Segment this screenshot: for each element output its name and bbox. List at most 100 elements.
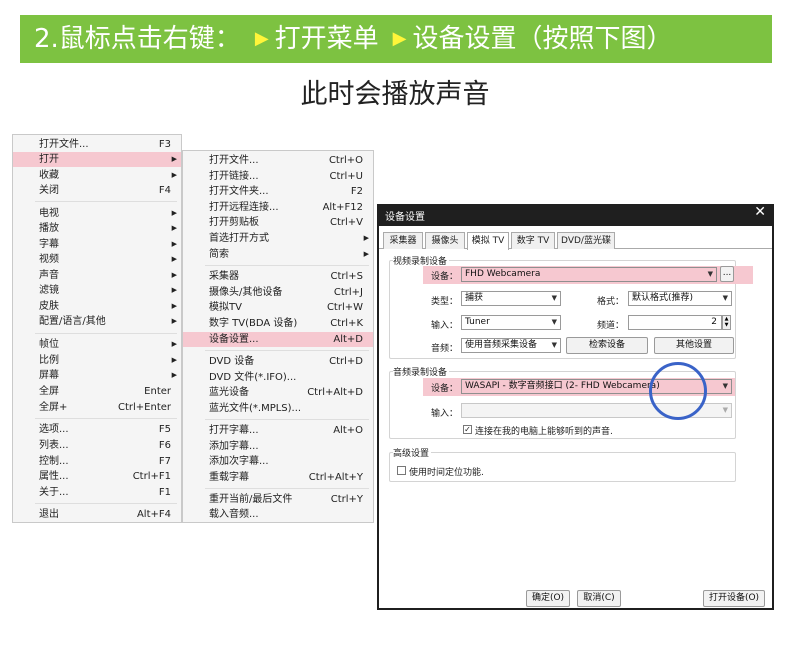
menu-item-about[interactable]: 关于... F1 [13,485,181,500]
submenu-item-reopen-last[interactable]: 重开当前/最后文件 Ctrl+Y [183,492,373,507]
menu-separator [205,419,369,420]
submenu-item-bluray-device[interactable]: 蓝光设备 Ctrl+Alt+D [183,385,373,400]
type-select[interactable]: 捕获 ▼ [461,291,561,306]
submenu-item-dvd-file[interactable]: DVD 文件(*.IFO)... [183,370,373,385]
video-device-select[interactable]: FHD Webcamera ▼ [461,267,717,282]
submenu-arrow-icon: ▶ [171,371,177,379]
submenu-item-open-folder[interactable]: 打开文件夹... F2 [183,184,373,199]
submenu-item-digital-tv[interactable]: 数字 TV(BDA 设备) Ctrl+K [183,316,373,331]
audio-group-label: 音频录制设备 [393,365,450,378]
triangle-right-icon: ▶ [392,28,407,49]
other-settings-button[interactable]: 其他设置 [654,337,734,354]
cancel-button[interactable]: 取消(C) [577,590,621,607]
submenu-item-browse[interactable]: 简索 ▶ [183,247,373,262]
menu-item-close[interactable]: 关闭 F4 [13,183,181,198]
menu-item-screen[interactable]: 屏幕 ▶ [13,368,181,383]
menu-item-video[interactable]: 视频 ▶ [13,252,181,267]
tab-capture[interactable]: 采集器 [383,232,423,249]
open-submenu: 打开文件... Ctrl+O 打开链接... Ctrl+U 打开文件夹... F2 打… [182,150,374,523]
menu-item-favorites[interactable]: 收藏 ▶ [13,168,181,183]
submenu-item-capture[interactable]: 采集器 Ctrl+S [183,269,373,284]
submenu-item-device-settings[interactable]: 设备设置... Alt+D [183,332,373,347]
menu-item-skin[interactable]: 皮肤 ▶ [13,299,181,314]
submenu-item-reload-subtitle[interactable]: 重载字幕 Ctrl+Alt+Y [183,470,373,485]
menu-item-filters[interactable]: 滤镜 ▶ [13,283,181,298]
submenu-arrow-icon: ▶ [363,234,369,242]
tab-dvd-bluray[interactable]: DVD/蓝光碟 [557,232,615,249]
subtitle: 此时会播放声音 [300,79,490,110]
dropdown-arrow-icon: ▼ [551,294,557,302]
channel-spinner[interactable]: ▲ ▼ [722,315,731,330]
title-banner: 2.鼠标点击右键： ▶ 打开菜单 ▶ 设备设置（按照下图） [20,15,772,63]
submenu-item-open-with[interactable]: 首选打开方式 ▶ [183,231,373,246]
video-device-label: 设备： [431,272,459,282]
menu-item-options[interactable]: 选项... F5 [13,422,181,437]
submenu-arrow-icon: ▶ [171,255,177,263]
submenu-item-bluray-file[interactable]: 蓝光文件(*.MPLS)... [183,401,373,416]
triangle-right-icon: ▶ [254,28,269,49]
audio-source-select[interactable]: 使用音频采集设备 ▼ [461,338,561,353]
timestamp-checkbox[interactable] [397,466,406,475]
listen-checkbox[interactable]: ✓ [463,425,472,434]
menu-item-sound[interactable]: 声音 ▶ [13,268,181,283]
submenu-item-load-audio[interactable]: 载入音频... [183,507,373,522]
menu-item-control[interactable]: 控制... F7 [13,454,181,469]
channel-label: 频道： [597,321,625,331]
submenu-item-open-url[interactable]: 打开链接... Ctrl+U [183,169,373,184]
channel-input[interactable]: 2 [628,315,722,330]
submenu-item-open-file[interactable]: 打开文件... Ctrl+O [183,153,373,168]
menu-item-tv[interactable]: 电视 ▶ [13,206,181,221]
search-devices-button[interactable]: 检索设备 [566,337,648,354]
tab-digital-tv[interactable]: 数字 TV [511,232,555,249]
menu-item-ratio[interactable]: 比例 ▶ [13,353,181,368]
submenu-arrow-icon: ▶ [363,250,369,258]
submenu-item-add-secondary-subtitle[interactable]: 添加次字幕... [183,454,373,469]
submenu-arrow-icon: ▶ [171,340,177,348]
menu-item-config[interactable]: 配置/语言/其他 ▶ [13,314,181,329]
submenu-item-open-subtitle[interactable]: 打开字幕... Alt+O [183,423,373,438]
menu-item-subtitle[interactable]: 字幕 ▶ [13,237,181,252]
menu-item-fullscreen[interactable]: 全屏 Enter [13,384,181,399]
type-label: 类型： [431,297,459,307]
timestamp-label: 使用时间定位功能. [409,468,484,478]
menu-item-playlist[interactable]: 列表... F6 [13,438,181,453]
menu-item-properties[interactable]: 属性... Ctrl+F1 [13,469,181,484]
banner-item1: 打开菜单 [274,24,379,54]
input-select[interactable]: Tuner ▼ [461,315,561,330]
submenu-item-webcam[interactable]: 摄像头/其他设备 Ctrl+J [183,285,373,300]
audio-label: 音频： [431,344,459,354]
menu-item-exit[interactable]: 退出 Alt+F4 [13,507,181,522]
submenu-item-dvd-device[interactable]: DVD 设备 Ctrl+D [183,354,373,369]
dialog-title: 设备设置 [385,212,425,223]
submenu-arrow-icon: ▶ [171,271,177,279]
menu-item-play[interactable]: 播放 ▶ [13,221,181,236]
menu-item-open[interactable]: 打开 ▶ [13,152,181,167]
menu-separator [35,333,177,334]
menu-separator [35,201,177,202]
dropdown-arrow-icon: ▼ [722,294,728,302]
menu-item-open-file[interactable]: 打开文件... F3 [13,137,181,152]
tab-webcam[interactable]: 摄像头 [425,232,465,249]
submenu-arrow-icon: ▶ [171,317,177,325]
submenu-item-add-subtitle[interactable]: 添加字幕... [183,439,373,454]
open-device-button[interactable]: 打开设备(O) [703,590,765,607]
browse-button[interactable]: ... [720,266,734,282]
submenu-item-open-remote[interactable]: 打开远程连接... Alt+F12 [183,200,373,215]
submenu-arrow-icon: ▶ [171,209,177,217]
tab-bar: 采集器 摄像头 模拟 TV 数字 TV DVD/蓝光碟 [379,232,772,250]
menu-item-frame[interactable]: 帧位 ▶ [13,337,181,352]
submenu-item-analog-tv[interactable]: 模拟TV Ctrl+W [183,300,373,315]
tab-analog-tv[interactable]: 模拟 TV [467,232,509,250]
input-label: 输入： [431,321,459,331]
menu-separator [205,350,369,351]
close-icon[interactable]: ✕ [754,204,766,220]
menu-separator [205,488,369,489]
device-settings-dialog: 设备设置 ✕ 采集器 摄像头 模拟 TV 数字 TV DVD/蓝光碟 视频录制设… [377,204,774,610]
submenu-item-open-clipboard[interactable]: 打开剪贴板 Ctrl+V [183,215,373,230]
ok-button[interactable]: 确定(O) [526,590,570,607]
menu-separator [35,418,177,419]
highlight-circle [649,362,707,420]
dropdown-arrow-icon: ▼ [551,341,557,349]
menu-item-fullscreen-plus[interactable]: 全屏+ Ctrl+Enter [13,400,181,415]
format-select[interactable]: 默认格式(推荐) ▼ [628,291,732,306]
